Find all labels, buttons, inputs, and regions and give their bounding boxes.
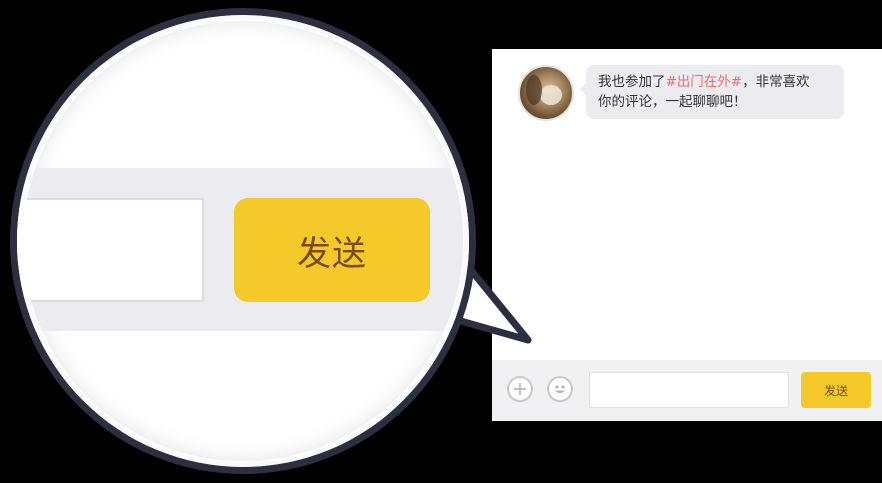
smiley-icon bbox=[555, 385, 565, 393]
magnifier-face: 发送 bbox=[17, 15, 469, 467]
topic-link[interactable]: #出门在外# bbox=[666, 74, 743, 90]
zoomed-message-input bbox=[17, 198, 204, 302]
stage: 我也参加了#出门在外#，非常喜欢 你的评论，一起聊聊吧！ 发送 发送 bbox=[0, 0, 882, 483]
magnifier-callout: 发送 bbox=[0, 0, 540, 483]
emoji-button[interactable] bbox=[547, 376, 573, 402]
zoomed-input-bar: 发送 bbox=[17, 168, 469, 331]
message-line-1: 我也参加了#出门在外#，非常喜欢 bbox=[598, 72, 834, 92]
message-prefix: 我也参加了 bbox=[598, 74, 666, 90]
message-bubble: 我也参加了#出门在外#，非常喜欢 你的评论，一起聊聊吧！ bbox=[580, 65, 844, 119]
zoomed-send-button: 发送 bbox=[234, 198, 430, 302]
magnifier-lens: 发送 bbox=[10, 8, 476, 474]
message-suffix: ，非常喜欢 bbox=[742, 74, 810, 90]
message-input[interactable] bbox=[589, 372, 789, 408]
chat-window: 我也参加了#出门在外#，非常喜欢 你的评论，一起聊聊吧！ 发送 bbox=[492, 49, 882, 421]
message-line-2: 你的评论，一起聊聊吧！ bbox=[598, 94, 747, 110]
send-button[interactable]: 发送 bbox=[801, 372, 871, 408]
input-bar: 发送 bbox=[492, 360, 882, 421]
